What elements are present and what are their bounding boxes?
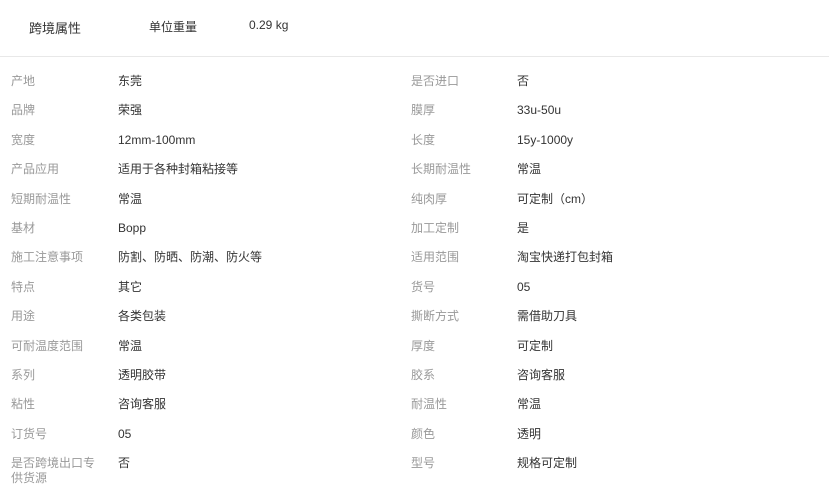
- attribute-value: 透明: [517, 426, 542, 441]
- attribute-label: 基材: [11, 220, 36, 235]
- product-attributes-table: 产地 东莞 是否进口否品牌 荣强 膜厚 33u-50u 宽度 12mm-100mm 长度 15y-…: [0, 74, 829, 485]
- attribute-row: 产地 东莞 是否进口 否: [0, 74, 829, 103]
- attribute-value: 常温: [517, 162, 542, 177]
- attribute-value: 是: [517, 220, 530, 235]
- attribute-value: 否: [118, 456, 131, 471]
- attribute-label: 膜厚: [411, 103, 436, 118]
- attribute-label: 宽度: [11, 132, 36, 147]
- attribute-value: 各类包装: [118, 309, 167, 324]
- attribute-label: 胶系: [411, 367, 436, 382]
- unit-weight-label: 单位重量: [149, 20, 198, 34]
- attribute-value: 咨询客服: [517, 367, 566, 382]
- attribute-value: 其它: [118, 279, 143, 294]
- unit-weight-value: 0.29 kg: [249, 18, 289, 32]
- attribute-row: 粘性 咨询客服 耐温性 常温: [0, 397, 829, 426]
- attribute-label: 用途: [11, 309, 36, 324]
- attribute-value: 适用于各种封箱粘接等: [118, 162, 239, 177]
- attribute-row: 用途 各类包装 撕断方式 需借助刀具: [0, 309, 829, 338]
- attribute-label: 颜色: [411, 426, 436, 441]
- attribute-value: 可定制（cm）: [517, 191, 593, 206]
- attribute-row: 是否跨境出口专供货源 否 型号 规格可定制: [0, 456, 829, 485]
- attribute-value: 12mm-100mm: [118, 132, 196, 147]
- attribute-label: 加工定制: [411, 220, 460, 235]
- attribute-label: 撕断方式: [411, 309, 460, 324]
- attribute-label: 品牌: [11, 103, 36, 118]
- attribute-label: 厚度: [411, 338, 436, 353]
- attribute-value: 否: [517, 74, 530, 88]
- attribute-row: 短期耐温性 常温 纯肉厚 可定制（cm）: [0, 192, 829, 221]
- attribute-row: 宽度 12mm-100mm 长度 15y-1000y: [0, 133, 829, 162]
- attribute-row: 基材 Bopp 加工定制 是: [0, 221, 829, 250]
- cross-border-title: 跨境属性: [29, 21, 82, 36]
- attribute-label: 订货号: [11, 426, 48, 441]
- attribute-label: 适用范围: [411, 250, 460, 265]
- attribute-label: 是否进口: [411, 74, 460, 88]
- attribute-row: 系列 透明胶带 胶系 咨询客服: [0, 368, 829, 397]
- attribute-value: 透明胶带: [118, 367, 167, 382]
- attribute-label: 纯肉厚: [411, 191, 448, 206]
- attribute-label: 短期耐温性: [11, 191, 72, 206]
- attribute-row: 可耐温度范围 常温 厚度 可定制: [0, 339, 829, 368]
- attribute-value: 15y-1000y: [517, 132, 574, 147]
- attribute-value: 05: [517, 279, 531, 294]
- attribute-value: 防割、防晒、防潮、防火等: [118, 250, 263, 265]
- attribute-label: 货号: [411, 279, 436, 294]
- attribute-value: 规格可定制: [517, 456, 578, 471]
- attribute-label: 系列: [11, 367, 36, 382]
- attribute-value: 荣强: [118, 103, 143, 118]
- attribute-value: Bopp: [118, 220, 147, 235]
- attribute-value: 东莞: [118, 74, 143, 88]
- attribute-row: 产品应用 适用于各种封箱粘接等 长期耐温性 常温: [0, 162, 829, 191]
- attribute-value: 淘宝快递打包封箱: [517, 250, 614, 265]
- attribute-label: 长度: [411, 132, 436, 147]
- attribute-row: 订货号 05 颜色 透明: [0, 427, 829, 456]
- attribute-label: 特点: [11, 279, 36, 294]
- attribute-label: 粘性: [11, 397, 36, 412]
- attribute-label: 耐温性: [411, 397, 448, 412]
- attribute-label: 可耐温度范围: [11, 338, 84, 353]
- attribute-row: 特点 其它 货号 05: [0, 280, 829, 309]
- attribute-value: 常温: [118, 191, 143, 206]
- attribute-label: 施工注意事项: [11, 250, 84, 265]
- attribute-value: 咨询客服: [118, 397, 167, 412]
- attribute-value: 需借助刀具: [517, 309, 578, 324]
- attribute-label: 长期耐温性: [411, 162, 472, 177]
- attribute-value: 常温: [517, 397, 542, 412]
- attribute-label: 型号: [411, 456, 436, 471]
- attribute-label: 产品应用: [11, 162, 60, 177]
- attribute-value: 05: [118, 426, 132, 441]
- attribute-row: 施工注意事项 防割、防晒、防潮、防火等 适用范围 淘宝快递打包封箱: [0, 250, 829, 279]
- attribute-label: 是否跨境出口专供货源: [11, 456, 96, 486]
- attribute-label: 产地: [11, 74, 36, 88]
- attribute-row: 品牌 荣强 膜厚 33u-50u: [0, 103, 829, 132]
- cross-border-section: 跨境属性 单位重量 0.29 kg: [0, 0, 829, 57]
- attribute-value: 可定制: [517, 338, 554, 353]
- attribute-value: 常温: [118, 338, 143, 353]
- attribute-value: 33u-50u: [517, 103, 562, 118]
